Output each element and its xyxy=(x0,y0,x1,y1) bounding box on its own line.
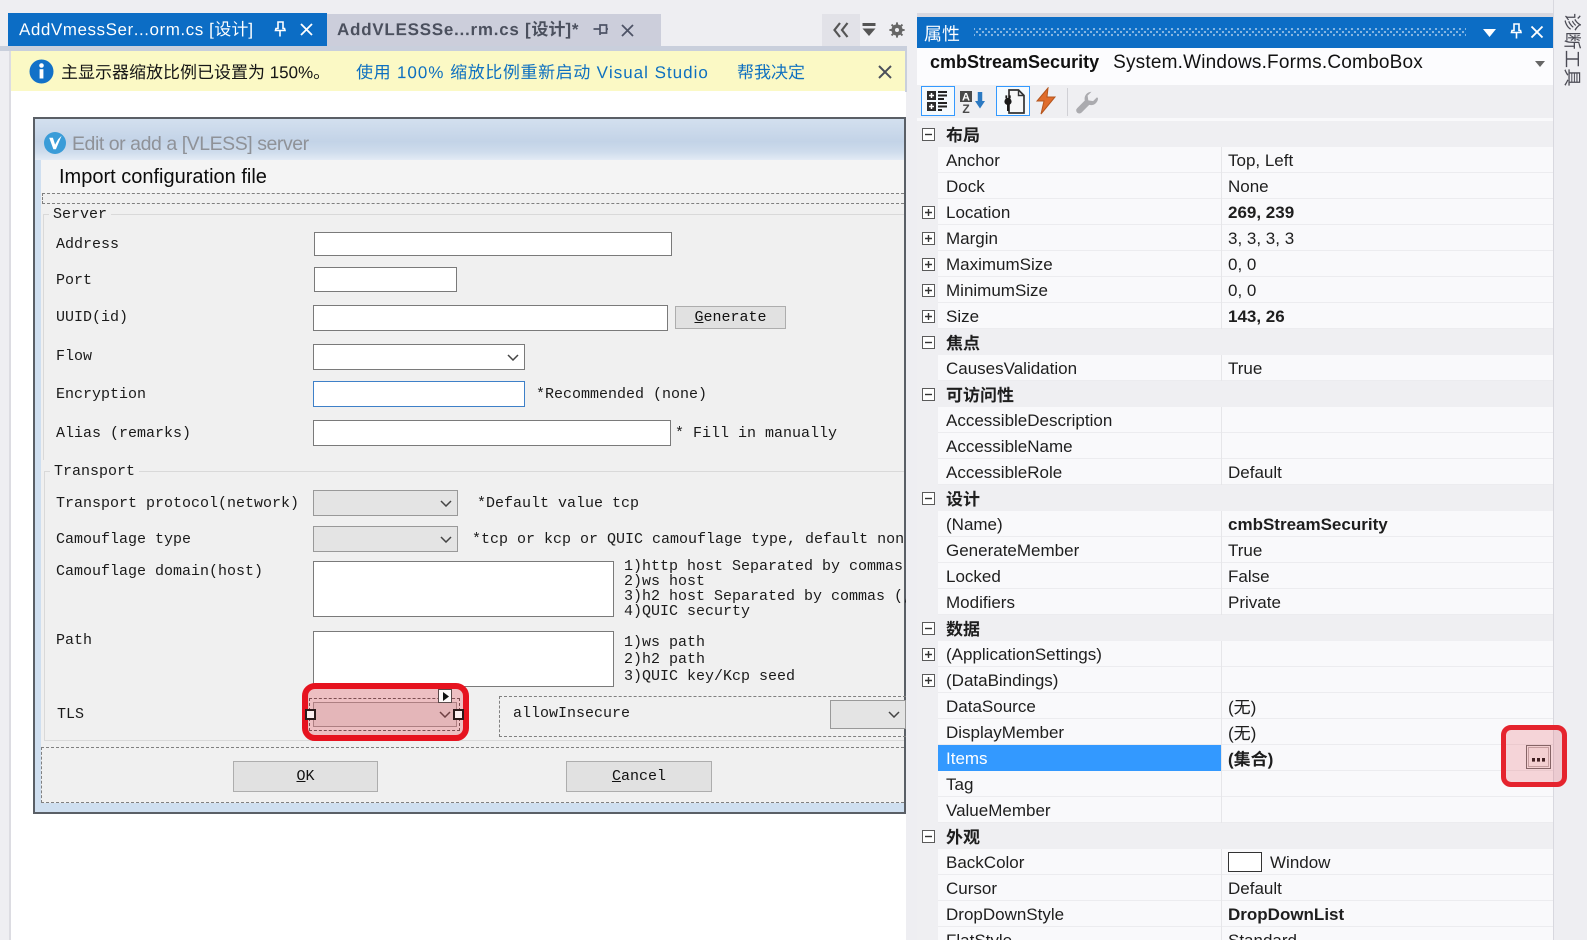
svg-text:Z: Z xyxy=(962,102,969,114)
